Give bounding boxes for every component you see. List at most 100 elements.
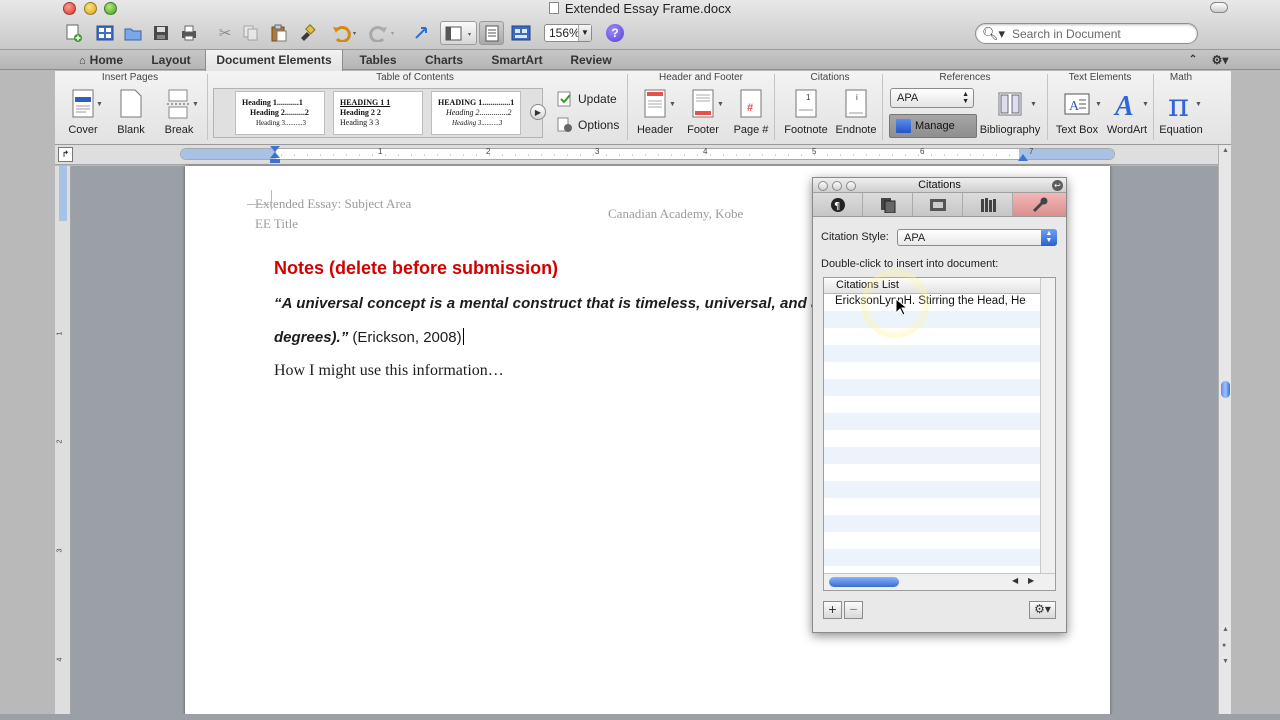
scroll-right-icon[interactable]: ▶ <box>1028 576 1034 585</box>
toc-thumb-heading3: Heading 3..........3 <box>452 119 503 127</box>
tab-smartart[interactable]: SmartArt <box>480 50 554 70</box>
tab-charts[interactable]: Charts <box>413 50 475 70</box>
wordart-dropdown-icon[interactable]: ▼ <box>1142 101 1149 108</box>
remove-citation-button[interactable]: − <box>844 601 863 619</box>
toc-options-button[interactable]: Options <box>557 117 619 133</box>
toc-style-1[interactable]: Heading 1...........1 Heading 2.........… <box>235 91 325 135</box>
tab-layout[interactable]: Layout <box>140 50 202 70</box>
zoom-dropdown-icon[interactable]: ▼ <box>578 25 591 41</box>
previous-page-icon[interactable]: ▲ <box>1222 626 1229 633</box>
tab-tables[interactable]: Tables <box>347 50 409 70</box>
formatting-arrows-icon[interactable] <box>410 22 432 44</box>
vertical-scrollbar[interactable]: ▲ ▲ ● ▼ <box>1218 145 1231 720</box>
quote-line-2[interactable]: degrees).” (Erickson, 2008) <box>274 328 464 346</box>
tab-document-elements[interactable]: Document Elements <box>205 50 343 71</box>
bibliography-dropdown-icon[interactable]: ▼ <box>1030 101 1037 108</box>
new-document-icon[interactable] <box>60 22 86 44</box>
format-painter-icon[interactable] <box>296 22 318 44</box>
tab-review[interactable]: Review <box>562 50 620 70</box>
citation-style-select[interactable]: APA ▲ ▼ <box>890 88 974 108</box>
group-divider <box>882 74 883 140</box>
palette-collapse-icon[interactable]: ↩ <box>1052 180 1063 191</box>
toc-next-arrow-icon[interactable]: ▶ <box>530 104 546 120</box>
styles-tab[interactable]: ¶ <box>813 193 863 216</box>
blank-page-button[interactable]: Blank <box>111 71 151 141</box>
tab-home[interactable]: ⌂ Home <box>70 50 132 70</box>
citations-list-vscroll[interactable] <box>1040 278 1055 574</box>
object-palette-tab[interactable] <box>863 193 913 216</box>
toc-style-3[interactable]: HEADING 1..............1 Heading 2......… <box>431 91 521 135</box>
citations-tab[interactable] <box>1013 193 1066 216</box>
add-citation-button[interactable]: + <box>823 601 842 619</box>
horizontal-ruler[interactable]: 1 2 3 4 5 6 7 <box>180 146 1115 163</box>
help-button[interactable]: ? <box>606 24 624 42</box>
text-box-dropdown-icon[interactable]: ▼ <box>1095 101 1102 108</box>
scrapbook-tab[interactable] <box>913 193 963 216</box>
insert-instructions: Double-click to insert into document: <box>821 258 999 270</box>
scroll-left-icon[interactable]: ◀ <box>1012 576 1018 585</box>
collapse-ribbon-icon[interactable]: ⌃ <box>1183 50 1203 70</box>
update-toc-button[interactable]: Update <box>557 91 617 107</box>
citation-style-dropdown[interactable]: APA ▲ ▼ <box>897 229 1057 246</box>
palette-minimize-dot[interactable] <box>832 181 842 191</box>
wordart-icon: A <box>1113 91 1134 119</box>
notes-heading[interactable]: Notes (delete before submission) <box>274 258 558 279</box>
text-cursor <box>462 328 464 345</box>
search-icon[interactable]: 🔍︎▾ <box>982 26 1005 42</box>
paste-icon[interactable] <box>268 22 290 44</box>
citation-item[interactable]: EricksonLynnH. Stirring the Head, He <box>824 294 1041 311</box>
break-dropdown-icon[interactable]: ▼ <box>192 101 199 108</box>
quote-line-1[interactable]: “A universal concept is a mental constru… <box>274 295 820 312</box>
header-school-name[interactable]: Canadian Academy, Kobe <box>608 206 743 222</box>
citations-list-hscroll[interactable]: ◀ ▶ <box>824 573 1055 590</box>
print-icon[interactable] <box>178 22 200 44</box>
copy-icon[interactable] <box>240 22 262 44</box>
cover-dropdown-icon[interactable]: ▼ <box>96 101 103 108</box>
citations-list[interactable]: Citations List EricksonLynnH. Stirring t… <box>823 277 1056 591</box>
toolbar-toggle-button[interactable] <box>1210 2 1228 13</box>
use-information-line[interactable]: How I might use this information… <box>274 362 504 380</box>
undo-icon[interactable] <box>330 22 360 44</box>
palette-close-dot[interactable] <box>818 181 828 191</box>
zoom-select[interactable]: 156% ▼ <box>544 24 592 42</box>
media-browser-icon[interactable] <box>509 22 533 44</box>
citations-list-header[interactable]: Citations List <box>824 278 1041 294</box>
search-input[interactable] <box>1012 26 1192 42</box>
redo-icon[interactable] <box>368 22 398 44</box>
save-icon[interactable] <box>150 22 172 44</box>
browse-object-icon[interactable]: ● <box>1222 642 1229 649</box>
header-ee-title[interactable]: EE Title <box>255 216 298 232</box>
footer-dropdown-icon[interactable]: ▼ <box>717 101 724 108</box>
group-divider <box>774 74 775 140</box>
header-dropdown-icon[interactable]: ▼ <box>669 101 676 108</box>
footnote-button[interactable]: 1 Footnote <box>781 71 831 141</box>
vertical-ruler[interactable]: 1 2 3 4 <box>55 166 71 720</box>
tab-stop-selector-icon[interactable]: ↱ <box>58 147 73 162</box>
palette-zoom-dot[interactable] <box>846 181 856 191</box>
cut-icon[interactable]: ✂ <box>214 22 236 44</box>
print-layout-view-button[interactable] <box>479 21 504 45</box>
search-box[interactable]: 🔍︎▾ <box>975 23 1198 44</box>
endnote-button[interactable]: i Endnote <box>833 71 879 141</box>
indent-marker-icon[interactable] <box>269 146 281 164</box>
vruler-number: 4 <box>56 657 64 662</box>
next-page-icon[interactable]: ▼ <box>1222 658 1229 665</box>
header-subject-area[interactable]: Extended Essay: Subject Area <box>255 196 411 212</box>
toc-thumb-heading1: Heading 1...........1 <box>242 98 303 107</box>
page-number-button[interactable]: # Page # <box>729 71 773 141</box>
endnote-icon: i <box>845 89 867 118</box>
scroll-thumb[interactable] <box>1221 381 1230 398</box>
scroll-top-icon[interactable]: ▲ <box>1222 147 1229 154</box>
footer-icon <box>692 89 714 118</box>
citation-settings-gear-icon[interactable]: ⚙▾ <box>1029 601 1056 619</box>
open-folder-icon[interactable] <box>122 22 144 44</box>
reference-tools-tab[interactable] <box>963 193 1013 216</box>
toc-style-2[interactable]: HEADING 1 1 Heading 2 2 Heading 3 3 <box>333 91 423 135</box>
equation-dropdown-icon[interactable]: ▼ <box>1195 101 1202 108</box>
gallery-icon[interactable] <box>94 22 116 44</box>
palette-title-bar[interactable]: Citations ↩ <box>813 178 1066 193</box>
ribbon-settings-icon[interactable]: ⚙▾ <box>1207 50 1233 70</box>
hscroll-thumb[interactable] <box>829 577 899 587</box>
manage-citations-button[interactable]: Manage <box>889 114 977 138</box>
view-sidebar-button[interactable] <box>440 21 477 45</box>
